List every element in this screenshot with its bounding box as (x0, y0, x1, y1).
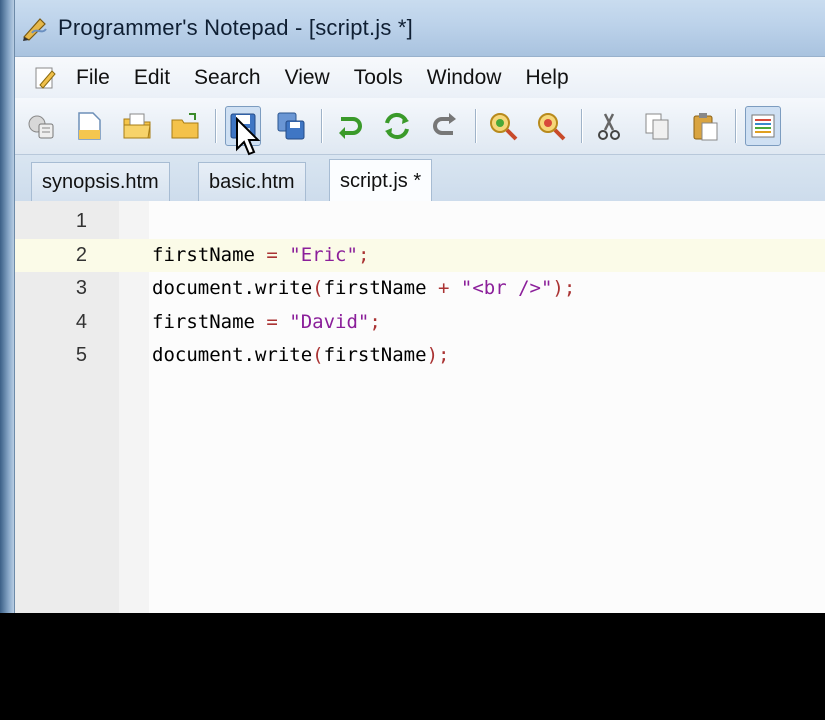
copy-icon (645, 113, 669, 140)
menu-view[interactable]: View (273, 66, 342, 90)
code-line[interactable]: 5 document.write(firstName); (15, 339, 825, 372)
toolbar (15, 98, 825, 155)
open-button[interactable] (119, 106, 155, 146)
code-token: ; (369, 310, 381, 333)
code-token: "<br />" (460, 277, 553, 299)
tab-label: synopsis.htm (42, 170, 159, 193)
code-token: ; (357, 243, 370, 266)
open-folder-button[interactable] (167, 106, 203, 146)
code-line[interactable]: 4 firstName = "David"; (15, 306, 825, 339)
new-project-button[interactable] (23, 106, 59, 146)
tab-script-js[interactable]: script.js * (329, 159, 433, 202)
paste-button[interactable] (687, 106, 723, 146)
open-icon (123, 113, 151, 139)
code-token: firstName (323, 277, 438, 299)
menu-tools[interactable]: Tools (342, 66, 415, 90)
code-token: ( (312, 344, 324, 366)
undo-icon (339, 117, 362, 139)
code-token: = (266, 243, 278, 266)
cut-button[interactable] (591, 106, 627, 146)
menu-search[interactable]: Search (182, 66, 273, 90)
redo-button[interactable] (379, 106, 415, 146)
code-text: firstName = "Eric"; (152, 239, 369, 272)
line-number: 2 (75, 243, 87, 266)
title-bar[interactable]: Programmer's Notepad - [script.js *] (15, 0, 825, 56)
code-token: = (266, 310, 278, 333)
menu-bar: File Edit Search View Tools Window Help (15, 56, 825, 99)
find-button[interactable] (485, 106, 521, 146)
view-options-icon (751, 114, 775, 138)
line-number: 5 (75, 344, 87, 366)
code-token: firstName (323, 344, 427, 366)
code-token: firstName (152, 310, 267, 333)
window-left-frame (0, 0, 14, 613)
find-next-button[interactable] (533, 106, 569, 146)
code-text: document.write(firstName + "<br />"); (152, 272, 575, 305)
toolbar-separator (735, 109, 737, 143)
code-line[interactable]: 3 document.write(firstName + "<br />"); (15, 272, 825, 305)
code-text: firstName = "David"; (152, 306, 381, 339)
repeat-icon (433, 113, 456, 135)
cut-icon (598, 113, 620, 140)
code-text: document.write(firstName); (152, 339, 449, 372)
line-number: 3 (75, 277, 87, 299)
window-title: Programmer's Notepad - [script.js *] (58, 15, 413, 40)
code-token: "Eric" (289, 243, 358, 266)
new-project-icon (28, 115, 54, 139)
tab-label: basic.htm (209, 170, 295, 193)
toolbar-separator (581, 109, 583, 143)
new-file-button[interactable] (71, 106, 107, 146)
menu-help[interactable]: Help (513, 66, 580, 90)
find-icon (490, 113, 518, 141)
mouse-cursor-icon (236, 117, 261, 156)
undo-button[interactable] (331, 106, 367, 146)
line-number: 1 (75, 210, 87, 232)
redo-icon (385, 112, 409, 140)
save-all-icon (277, 112, 305, 140)
find-next-icon (538, 113, 566, 141)
code-token: + (438, 277, 450, 299)
tab-synopsis-htm[interactable]: synopsis.htm (31, 162, 170, 201)
code-token: ); (552, 277, 576, 299)
paste-icon (693, 113, 718, 141)
save-all-button[interactable] (273, 106, 309, 146)
toolbar-separator (321, 109, 323, 143)
toolbar-separator (475, 109, 477, 143)
code-token: document.write (152, 344, 313, 366)
tab-label: script.js * (340, 169, 422, 192)
code-token: ); (426, 344, 450, 366)
menu-window[interactable]: Window (415, 66, 514, 90)
menu-file[interactable]: File (64, 66, 122, 90)
code-token: "David" (289, 310, 370, 333)
new-file-icon (78, 112, 101, 140)
tab-bar: synopsis.htm basic.htm script.js * (15, 155, 825, 202)
code-line[interactable]: 1 (15, 205, 825, 238)
toolbar-separator (215, 109, 217, 143)
open-folder-icon (171, 113, 199, 139)
line-number: 4 (75, 310, 87, 333)
code-token: ( (312, 277, 324, 299)
programmers-notepad-icon (23, 18, 47, 41)
menu-edit[interactable]: Edit (122, 66, 182, 90)
repeat-button[interactable] (427, 106, 463, 146)
view-options-button[interactable] (745, 106, 781, 146)
copy-button[interactable] (639, 106, 675, 146)
document-menu-icon[interactable] (32, 65, 58, 91)
tab-basic-htm[interactable]: basic.htm (198, 162, 306, 201)
code-token: document.write (152, 277, 313, 299)
code-token: firstName (152, 243, 267, 266)
app-window: Programmer's Notepad - [script.js *] Fil… (14, 0, 825, 613)
code-editor[interactable]: 1 2 firstName = "Eric"; 3 document.write(fir… (15, 201, 825, 613)
code-line[interactable]: 2 firstName = "Eric"; (15, 238, 825, 272)
